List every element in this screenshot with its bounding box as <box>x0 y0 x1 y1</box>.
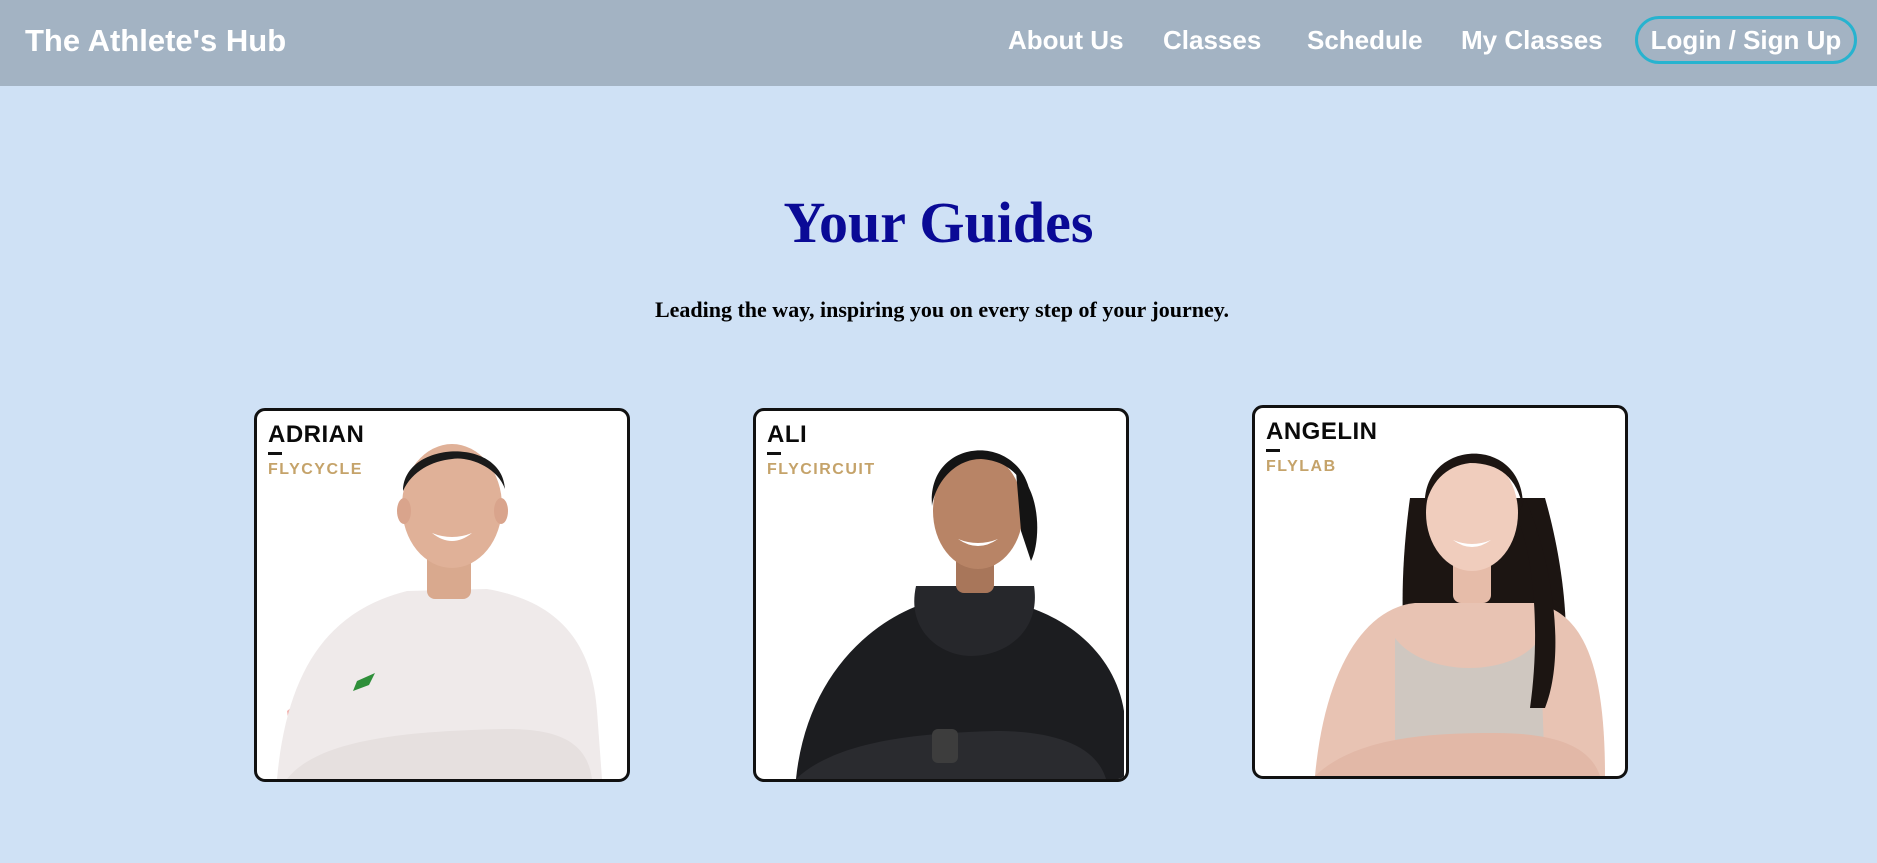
guide-class-label: FLYLAB <box>1266 458 1337 475</box>
guide-card-adrian[interactable]: ADRIAN FLYCYCLE <box>254 408 630 782</box>
guide-class-label: FLYCIRCUIT <box>767 461 876 478</box>
nav-link-classes[interactable]: Classes <box>1163 24 1261 56</box>
nav-link-about-us[interactable]: About Us <box>1008 24 1124 56</box>
navbar: The Athlete's Hub About Us Classes Sched… <box>0 0 1877 86</box>
brand-logo-link[interactable]: The Athlete's Hub <box>25 23 286 59</box>
guide-name: ALI <box>767 421 808 448</box>
guide-name: ADRIAN <box>268 421 365 448</box>
guide-card-ali[interactable]: ALI FLYCIRCUIT <box>753 408 1129 782</box>
name-divider <box>767 452 781 455</box>
name-divider <box>268 452 282 455</box>
page-title: Your Guides <box>783 190 1094 255</box>
guide-name: ANGELIN <box>1266 418 1378 445</box>
login-signup-button[interactable]: Login / Sign Up <box>1635 16 1857 64</box>
nav-link-schedule[interactable]: Schedule <box>1307 24 1423 56</box>
page-subtitle: Leading the way, inspiring you on every … <box>654 297 1230 322</box>
name-divider <box>1266 449 1280 452</box>
guide-class-label: FLYCYCLE <box>268 461 363 478</box>
guide-card-angelin[interactable]: ANGELIN FLYLAB <box>1252 405 1628 779</box>
nav-link-my-classes[interactable]: My Classes <box>1461 24 1603 56</box>
